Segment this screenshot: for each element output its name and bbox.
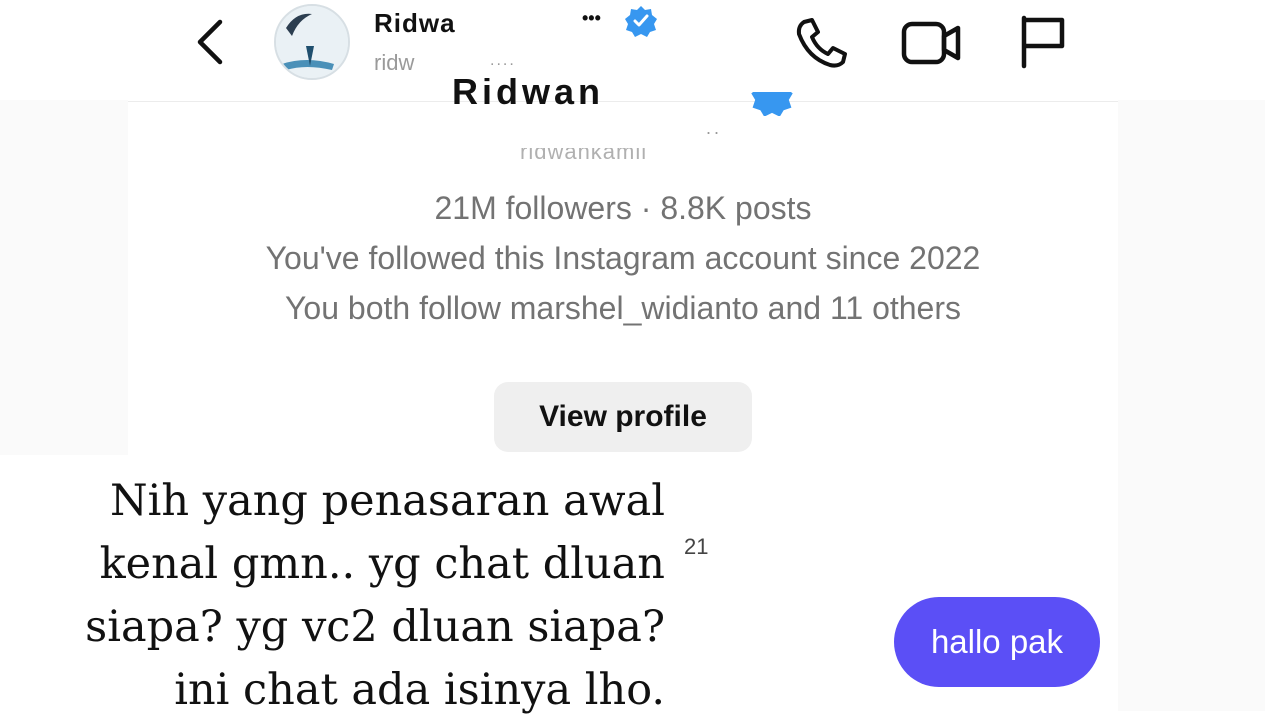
caption-line: siapa? yg vc2 dluan siapa? — [85, 602, 665, 652]
profile-verified-badge-icon — [750, 92, 794, 116]
header-name-tail: ••• — [582, 8, 601, 28]
phone-call-button[interactable] — [790, 14, 850, 70]
background-right — [1118, 0, 1265, 711]
phone-icon — [796, 18, 847, 68]
video-call-button[interactable] — [898, 14, 964, 70]
video-camera-icon — [901, 21, 961, 65]
header-display-name[interactable]: Ridwa — [374, 4, 456, 34]
caption-footnote: 21 — [684, 534, 709, 559]
message-bubble-sent[interactable]: hallo pak — [894, 597, 1100, 687]
caption-overlay: Nih yang penasaran awal kenal gmn.. yg c… — [60, 470, 665, 722]
flag-icon — [1021, 15, 1065, 69]
profile-display-name: Ridwan — [452, 78, 605, 112]
header-username-tail: .... — [490, 52, 516, 69]
avatar-image — [276, 6, 348, 78]
avatar[interactable] — [274, 4, 350, 80]
caption-line: ini chat ada isinya lho. — [174, 665, 665, 715]
profile-username: ridwankamil — [520, 148, 648, 162]
followed-since-text: You've followed this Instagram account s… — [265, 240, 981, 276]
profile-stats: 21M followers · 8.8K posts — [434, 190, 812, 226]
profile-dots: .. — [706, 118, 723, 138]
back-button[interactable] — [190, 16, 232, 68]
caption-line: Nih yang penasaran awal — [110, 476, 665, 526]
report-button[interactable] — [1016, 12, 1068, 70]
verified-badge-icon — [624, 4, 658, 38]
chevron-left-icon — [197, 19, 223, 65]
view-profile-button[interactable]: View profile — [494, 382, 752, 452]
mutual-followers-text: You both follow marshel_widianto and 11 … — [285, 290, 961, 326]
header-username: ridw — [374, 50, 415, 75]
caption-line: kenal gmn.. yg chat dluan — [99, 539, 665, 589]
